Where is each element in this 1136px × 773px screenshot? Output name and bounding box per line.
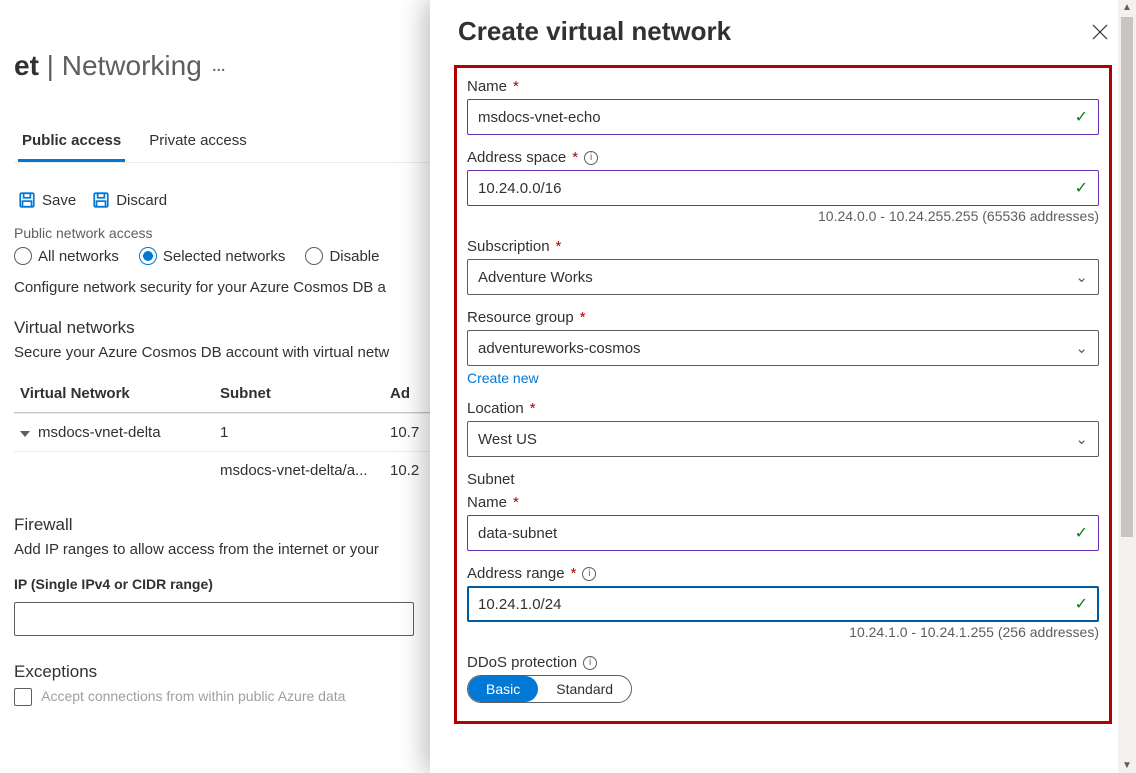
panel-title: Create virtual network bbox=[458, 16, 731, 47]
required-icon: * bbox=[513, 494, 519, 511]
cell-vn: msdocs-vnet-delta bbox=[38, 424, 161, 441]
subscription-select[interactable]: Adventure Works ⌄ bbox=[467, 259, 1099, 295]
discard-icon bbox=[92, 191, 110, 209]
check-icon: ✓ bbox=[1075, 594, 1088, 614]
subnet-name-label: Name bbox=[467, 494, 507, 511]
name-label: Name bbox=[467, 78, 507, 95]
ddos-label: DDoS protection bbox=[467, 654, 577, 671]
save-icon bbox=[18, 191, 36, 209]
subscription-value: Adventure Works bbox=[478, 269, 593, 286]
create-new-rg-link[interactable]: Create new bbox=[467, 370, 539, 386]
breadcrumb-section: | Networking bbox=[39, 50, 202, 81]
addr-hint: 10.24.0.0 - 10.24.255.255 (65536 address… bbox=[467, 208, 1099, 224]
radio-disable-label: Disable bbox=[329, 248, 379, 265]
chevron-down-icon: ⌄ bbox=[1075, 339, 1088, 357]
breadcrumb-name: et bbox=[14, 50, 39, 81]
check-icon: ✓ bbox=[1075, 107, 1088, 127]
scroll-up-icon[interactable]: ▲ bbox=[1122, 2, 1132, 13]
scroll-down-icon[interactable]: ▼ bbox=[1122, 760, 1132, 771]
radio-all-label: All networks bbox=[38, 248, 119, 265]
addr-value: 10.24.0.0/16 bbox=[478, 180, 561, 197]
required-icon: * bbox=[580, 309, 586, 326]
col-subnet: Subnet bbox=[220, 385, 390, 402]
cell-subnet: 1 bbox=[220, 424, 390, 441]
close-icon[interactable] bbox=[1092, 24, 1108, 40]
ddos-standard[interactable]: Standard bbox=[538, 676, 631, 702]
subscription-label: Subscription bbox=[467, 238, 550, 255]
tab-private-access[interactable]: Private access bbox=[145, 122, 251, 162]
subnet-name-value: data-subnet bbox=[478, 525, 557, 542]
tab-public-access[interactable]: Public access bbox=[18, 122, 125, 162]
required-icon: * bbox=[513, 78, 519, 95]
location-select[interactable]: West US ⌄ bbox=[467, 421, 1099, 457]
scroll-thumb[interactable] bbox=[1121, 17, 1133, 537]
address-space-input[interactable]: 10.24.0.0/16 ✓ bbox=[467, 170, 1099, 206]
name-value: msdocs-vnet-echo bbox=[478, 109, 601, 126]
subnet-range-label: Address range bbox=[467, 565, 565, 582]
name-input[interactable]: msdocs-vnet-echo ✓ bbox=[467, 99, 1099, 135]
col-vn: Virtual Network bbox=[20, 385, 220, 402]
addr-label: Address space bbox=[467, 149, 566, 166]
exceptions-check-label: Accept connections from within public Az… bbox=[41, 688, 345, 704]
required-icon: * bbox=[571, 565, 577, 582]
cell-subnet: msdocs-vnet-delta/a... bbox=[220, 462, 390, 479]
form-highlight: Name * msdocs-vnet-echo ✓ Address space … bbox=[454, 65, 1112, 724]
subnet-name-input[interactable]: data-subnet ✓ bbox=[467, 515, 1099, 551]
more-icon[interactable]: … bbox=[212, 58, 228, 74]
discard-button[interactable]: Discard bbox=[92, 191, 167, 209]
subnet-range-hint: 10.24.1.0 - 10.24.1.255 (256 addresses) bbox=[467, 624, 1099, 640]
required-icon: * bbox=[572, 149, 578, 166]
location-value: West US bbox=[478, 431, 537, 448]
radio-selected-networks[interactable]: Selected networks bbox=[139, 247, 286, 265]
location-label: Location bbox=[467, 400, 524, 417]
check-icon: ✓ bbox=[1075, 178, 1088, 198]
rg-label: Resource group bbox=[467, 309, 574, 326]
required-icon: * bbox=[530, 400, 536, 417]
save-label: Save bbox=[42, 192, 76, 209]
info-icon[interactable]: i bbox=[584, 151, 598, 165]
radio-all-networks[interactable]: All networks bbox=[14, 247, 119, 265]
required-icon: * bbox=[556, 238, 562, 255]
subnet-range-input[interactable]: 10.24.1.0/24 ✓ bbox=[467, 586, 1099, 622]
ip-input[interactable] bbox=[14, 602, 414, 636]
radio-disable[interactable]: Disable bbox=[305, 247, 379, 265]
info-icon[interactable]: i bbox=[583, 656, 597, 670]
save-button[interactable]: Save bbox=[18, 191, 76, 209]
subnet-range-value: 10.24.1.0/24 bbox=[478, 596, 561, 613]
chevron-down-icon: ⌄ bbox=[1075, 268, 1088, 286]
create-vnet-panel: Create virtual network Name * msdocs-vne… bbox=[430, 0, 1136, 773]
rg-value: adventureworks-cosmos bbox=[478, 340, 641, 357]
check-icon: ✓ bbox=[1075, 523, 1088, 543]
radio-selected-label: Selected networks bbox=[163, 248, 286, 265]
ddos-basic[interactable]: Basic bbox=[468, 676, 538, 702]
subnet-heading: Subnet bbox=[467, 471, 1099, 488]
discard-label: Discard bbox=[116, 192, 167, 209]
resource-group-select[interactable]: adventureworks-cosmos ⌄ bbox=[467, 330, 1099, 366]
info-icon[interactable]: i bbox=[582, 567, 596, 581]
ddos-toggle[interactable]: Basic Standard bbox=[467, 675, 632, 703]
exceptions-checkbox[interactable] bbox=[14, 688, 32, 706]
chevron-down-icon: ⌄ bbox=[1075, 430, 1088, 448]
vertical-scrollbar[interactable]: ▲ ▼ bbox=[1118, 0, 1136, 773]
chevron-down-icon bbox=[20, 431, 30, 437]
